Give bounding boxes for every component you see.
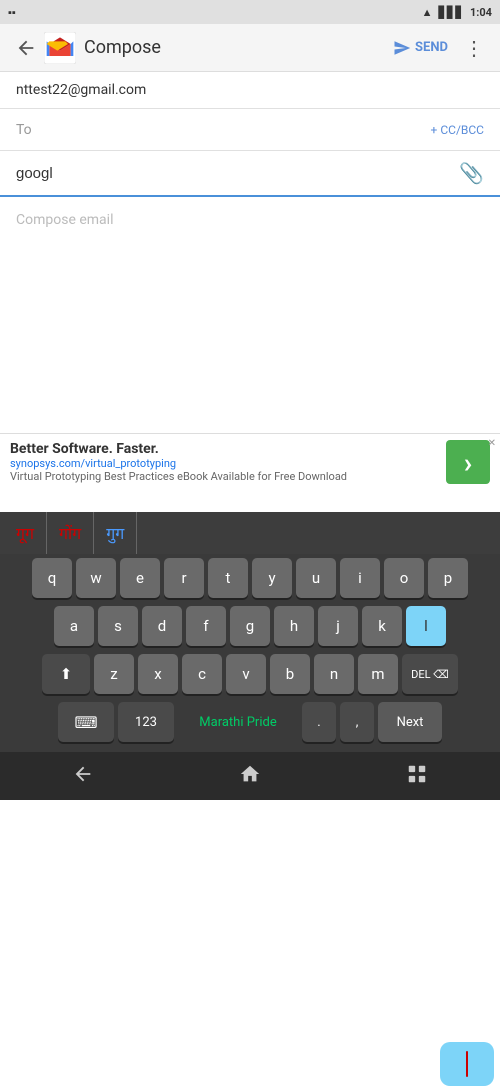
- ad-link[interactable]: synopsys.com/virtual_prototyping: [10, 457, 438, 470]
- nav-home-button[interactable]: [231, 755, 269, 798]
- wifi-icon: ▲: [422, 6, 433, 19]
- from-field: nttest22@gmail.com: [0, 72, 500, 109]
- key-d[interactable]: d: [142, 606, 182, 646]
- ad-title: Better Software. Faster.: [10, 441, 438, 457]
- key-r[interactable]: r: [164, 558, 204, 598]
- to-input[interactable]: [40, 122, 431, 138]
- cursor-bar: [466, 1051, 468, 1077]
- key-s[interactable]: s: [98, 606, 138, 646]
- comma-key[interactable]: ,: [340, 702, 374, 742]
- key-f[interactable]: f: [186, 606, 226, 646]
- key-row-2: a s d f g h j k l: [0, 602, 500, 650]
- body-field[interactable]: Compose email: [0, 197, 500, 247]
- key-h[interactable]: h: [274, 606, 314, 646]
- key-o[interactable]: o: [384, 558, 424, 598]
- compose-spacer: [0, 247, 500, 387]
- key-x[interactable]: x: [138, 654, 178, 694]
- gmail-icon: [44, 32, 76, 64]
- key-z[interactable]: z: [94, 654, 134, 694]
- attachment-icon[interactable]: 📎: [459, 161, 484, 185]
- key-e[interactable]: e: [120, 558, 160, 598]
- keyboard-body: q w e r t y u i o p a s d f g h j k l ⬆ …: [0, 554, 500, 752]
- key-i[interactable]: i: [340, 558, 380, 598]
- numbers-key[interactable]: 123: [118, 702, 174, 742]
- keyboard-icon-key[interactable]: ⌨: [58, 702, 114, 742]
- key-p[interactable]: p: [428, 558, 468, 598]
- subject-field[interactable]: 📎: [0, 151, 500, 197]
- page-title: Compose: [84, 37, 385, 58]
- key-q[interactable]: q: [32, 558, 72, 598]
- ad-description: Virtual Prototyping Best Practices eBook…: [10, 470, 438, 483]
- suggestion-2[interactable]: गोंग: [47, 512, 94, 554]
- time-display: 1:04: [470, 6, 492, 19]
- suggestion-1[interactable]: गूग: [4, 512, 47, 554]
- ad-cta-icon: ›: [464, 446, 472, 479]
- back-button[interactable]: [8, 30, 44, 66]
- compose-area: nttest22@gmail.com To + CC/BCC 📎 Compose…: [0, 72, 500, 247]
- suggestion-3[interactable]: गुग: [94, 512, 137, 554]
- cursor-indicator: [440, 1042, 494, 1086]
- key-n[interactable]: n: [314, 654, 354, 694]
- sim-icon: ▪▪: [8, 6, 16, 19]
- more-button[interactable]: ⋮: [456, 30, 492, 66]
- body-placeholder: Compose email: [16, 212, 113, 228]
- next-key[interactable]: Next: [378, 702, 442, 742]
- top-bar: Compose SEND ⋮: [0, 24, 500, 72]
- to-label: To: [16, 122, 32, 138]
- key-l[interactable]: l: [406, 606, 446, 646]
- nav-back-button[interactable]: [64, 755, 102, 798]
- signal-icon: ▋▋▋: [439, 6, 464, 19]
- marathi-label[interactable]: Marathi Pride: [178, 715, 298, 730]
- key-m[interactable]: m: [358, 654, 398, 694]
- period-key[interactable]: .: [302, 702, 336, 742]
- suggestions-bar: गूग गोंग गुग: [0, 512, 500, 554]
- key-a[interactable]: a: [54, 606, 94, 646]
- ad-content: Better Software. Faster. synopsys.com/vi…: [10, 441, 438, 483]
- key-v[interactable]: v: [226, 654, 266, 694]
- ad-banner: Better Software. Faster. synopsys.com/vi…: [0, 433, 500, 490]
- key-g[interactable]: g: [230, 606, 270, 646]
- nav-bar: [0, 752, 500, 800]
- keyboard-wrapper: गूग गोंग गुग q w e r t y u i o p a s d f…: [0, 512, 500, 752]
- key-u[interactable]: u: [296, 558, 336, 598]
- key-w[interactable]: w: [76, 558, 116, 598]
- delete-key[interactable]: DEL ⌫: [402, 654, 458, 694]
- key-c[interactable]: c: [182, 654, 222, 694]
- subject-input[interactable]: [16, 165, 459, 182]
- cc-bcc-button[interactable]: + CC/BCC: [431, 123, 484, 137]
- to-field[interactable]: To + CC/BCC: [0, 109, 500, 151]
- nav-recent-button[interactable]: [398, 755, 436, 798]
- from-address: nttest22@gmail.com: [16, 82, 146, 98]
- ad-cta-button[interactable]: ›: [446, 440, 490, 484]
- send-label: SEND: [415, 40, 448, 55]
- ad-close-button[interactable]: ✕: [488, 438, 496, 449]
- key-row-1: q w e r t y u i o p: [0, 554, 500, 602]
- key-row-3: ⬆ z x c v b n m DEL ⌫: [0, 650, 500, 698]
- shift-key[interactable]: ⬆: [42, 654, 90, 694]
- key-j[interactable]: j: [318, 606, 358, 646]
- send-button[interactable]: SEND: [385, 39, 456, 57]
- key-t[interactable]: t: [208, 558, 248, 598]
- status-bar: ▪▪ ▲ ▋▋▋ 1:04: [0, 0, 500, 24]
- key-y[interactable]: y: [252, 558, 292, 598]
- key-row-4: ⌨ 123 Marathi Pride . , Next: [0, 698, 500, 748]
- key-b[interactable]: b: [270, 654, 310, 694]
- key-k[interactable]: k: [362, 606, 402, 646]
